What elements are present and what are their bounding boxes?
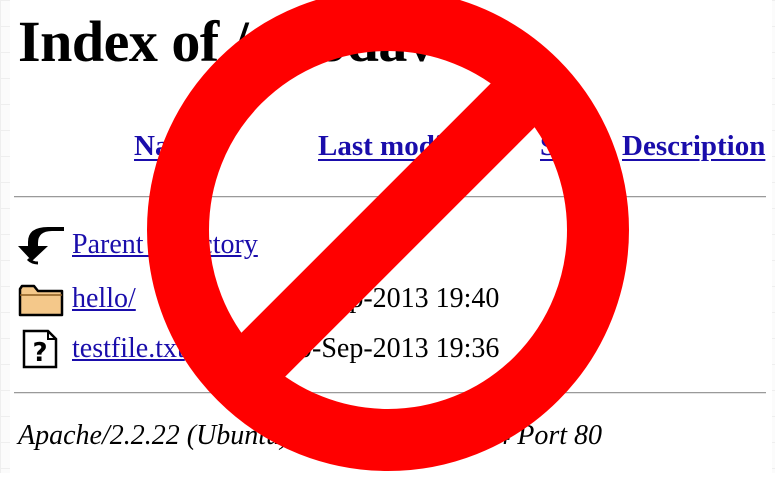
table-row: ? testfile.txt 10-Sep-2013 19:36 [18, 329, 758, 369]
entry-modified: 10-Sep-2013 19:40 [284, 283, 500, 314]
page-title: Index of /webdav [18, 9, 436, 74]
svg-text:?: ? [32, 338, 47, 368]
header-divider [14, 196, 766, 198]
directory-listing-page: Index of /webdav Name Last modified Size… [10, 0, 772, 473]
unknown-file-icon: ? [18, 329, 64, 369]
back-arrow-icon [18, 225, 64, 265]
entry-link[interactable]: testfile.txt [72, 329, 185, 369]
column-header-description[interactable]: Description [622, 128, 765, 164]
entry-size: - [594, 283, 604, 314]
entry-link[interactable]: Parent Directory [72, 225, 258, 265]
entry-link[interactable]: hello/ [72, 279, 136, 319]
table-row: hello/ 10-Sep-2013 19:40 - [18, 279, 758, 319]
folder-icon [18, 279, 64, 319]
entry-size: - [594, 229, 604, 260]
server-signature: Apache/2.2.22 (Ubuntu) Server at 10.3.2.… [18, 420, 603, 451]
column-header-last-modified[interactable]: Last modified [318, 128, 490, 164]
column-header-size[interactable]: Size [540, 128, 590, 164]
table-row: Parent Directory - [18, 225, 758, 265]
column-header-name[interactable]: Name [134, 128, 206, 164]
footer-divider [14, 392, 766, 394]
entry-modified: 10-Sep-2013 19:36 [284, 333, 500, 364]
